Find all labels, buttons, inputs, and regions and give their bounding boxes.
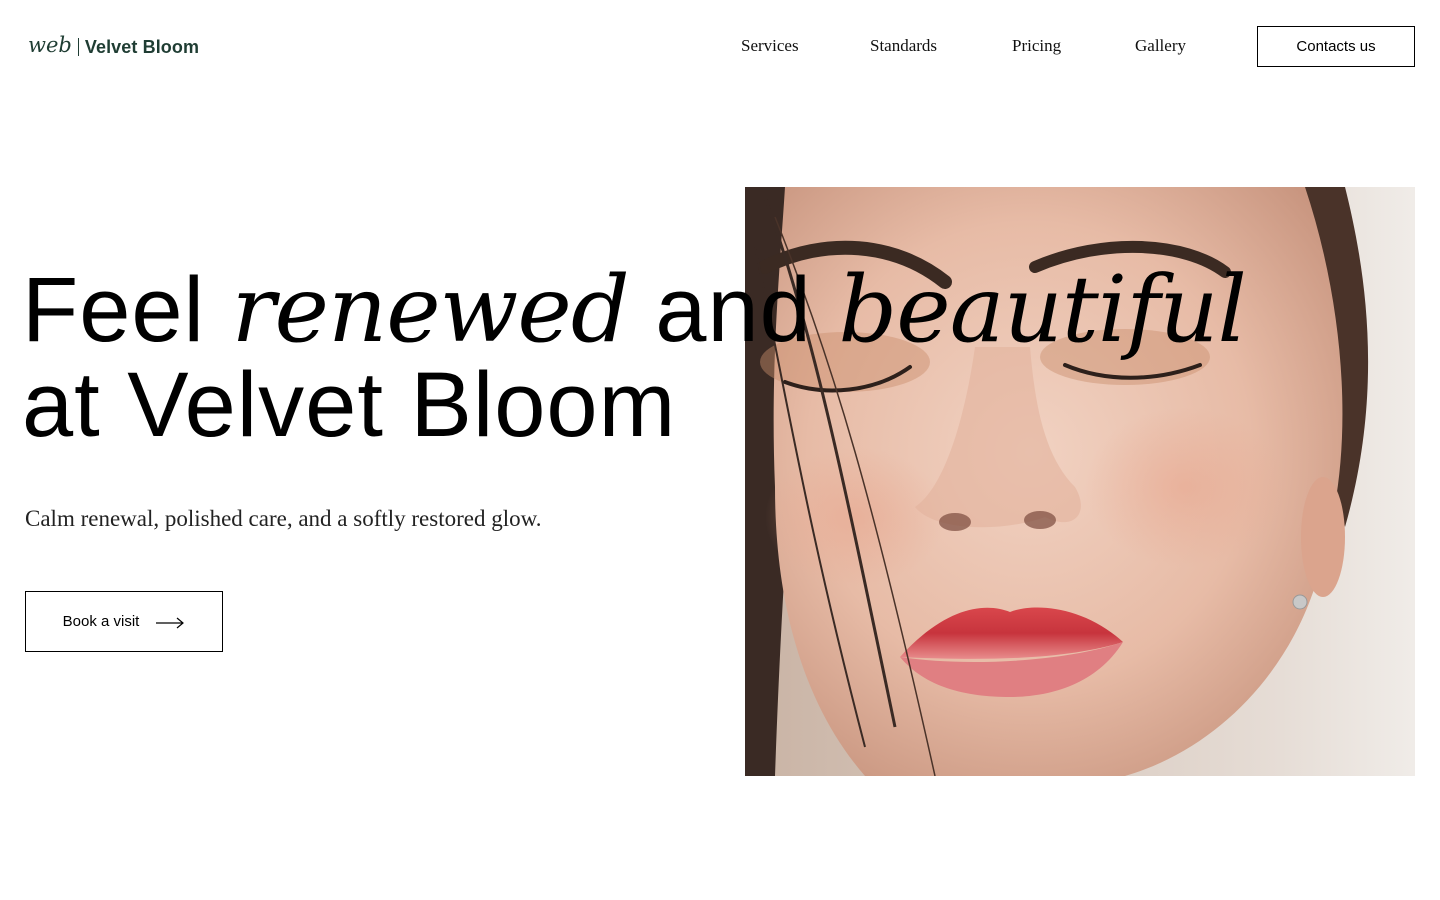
nav-item-pricing[interactable]: Pricing (1012, 34, 1061, 58)
headline-renewed: renewed (231, 256, 630, 363)
book-visit-button[interactable]: Book a visit (25, 591, 223, 652)
headline-beautiful: beautiful (838, 256, 1247, 363)
nav-item-standards[interactable]: Standards (870, 34, 937, 58)
hero-headline: Feel renewed and beautiful at Velvet Bloo… (22, 259, 1247, 456)
book-visit-label: Book a visit (62, 613, 140, 630)
logo-name: Velvet Bloom (84, 36, 200, 57)
logo-divider (77, 38, 79, 56)
nav-item-gallery[interactable]: Gallery (1135, 34, 1186, 58)
headline-line2: at Velvet Bloom (22, 354, 677, 456)
logo-script: web (28, 33, 72, 57)
headline-and: and (628, 259, 839, 361)
nav-item-services[interactable]: Services (741, 34, 799, 58)
contact-button[interactable]: Contacts us (1257, 26, 1415, 67)
brand-logo[interactable]: web Velvet Bloom (28, 32, 199, 62)
hero-subtitle: Calm renewal, polished care, and a softl… (25, 506, 542, 531)
arrow-right-icon (155, 616, 185, 628)
headline-feel: Feel (22, 259, 232, 361)
